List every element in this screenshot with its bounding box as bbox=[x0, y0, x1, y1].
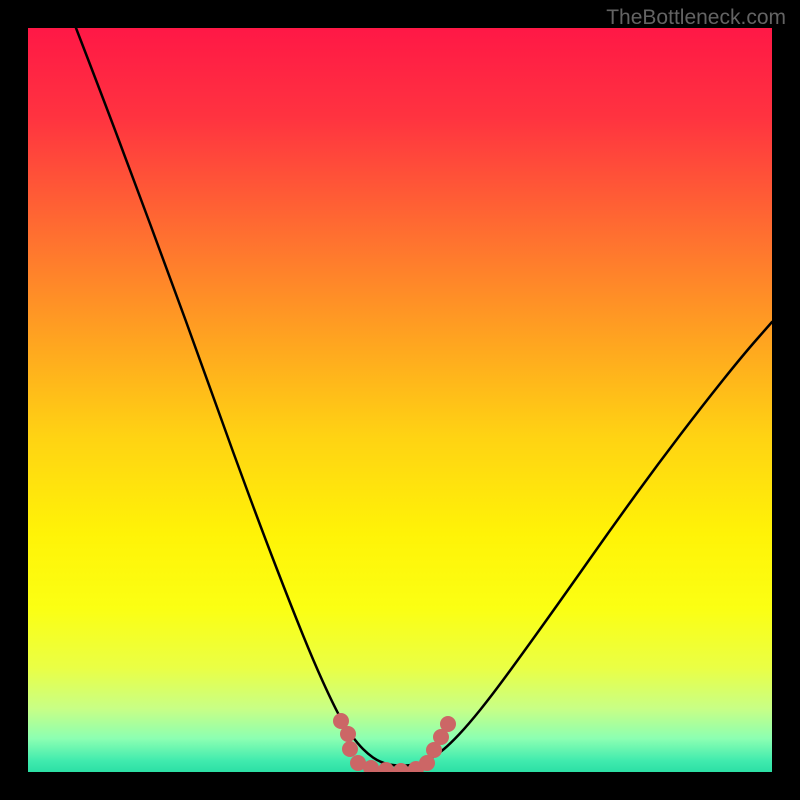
chart-curve-layer bbox=[28, 28, 772, 772]
bottleneck-curve bbox=[76, 28, 772, 766]
chart-plot-area bbox=[28, 28, 772, 772]
highlight-dots-group bbox=[333, 713, 456, 772]
highlight-dot bbox=[440, 716, 456, 732]
highlight-dot bbox=[340, 726, 356, 742]
highlight-dot bbox=[342, 741, 358, 757]
watermark-text: TheBottleneck.com bbox=[606, 6, 786, 30]
highlight-dot bbox=[378, 762, 394, 772]
